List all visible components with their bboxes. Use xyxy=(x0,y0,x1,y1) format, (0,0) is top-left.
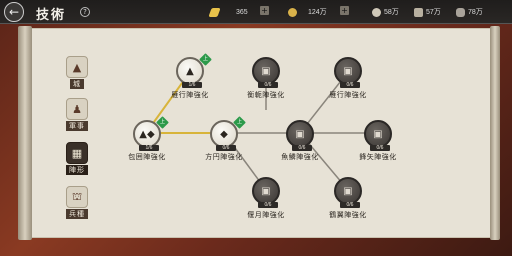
node-fish-scale[interactable]: ▣ 0/6 xyxy=(286,120,314,151)
node-label: 包囲陣強化 xyxy=(128,153,166,161)
lock-icon: ▣ xyxy=(373,128,383,140)
node-square-circle[interactable]: ◆ 0/6 上 xyxy=(210,116,246,151)
node-crescent[interactable]: ▣ 0/6 xyxy=(252,177,280,208)
formation-glyph-icon: ▲◆ xyxy=(139,128,155,140)
node-crane-wing[interactable]: ▣ 0/6 xyxy=(334,177,362,208)
node-encircle[interactable]: ▲◆ 1/6 上 xyxy=(133,116,169,151)
node-label: 雁行陣強化 xyxy=(329,91,367,99)
node-label: 偃月陣強化 xyxy=(247,211,285,219)
lock-icon: ▣ xyxy=(261,65,271,77)
node-arrowhead[interactable]: ▣ 0/6 xyxy=(364,120,392,151)
lock-icon: ▣ xyxy=(343,65,353,77)
formation-glyph-icon: ▲ xyxy=(186,65,194,77)
node-label: 鶴翼陣強化 xyxy=(329,211,367,219)
node-label: 方円陣強化 xyxy=(205,153,243,161)
node-label: 鋒矢陣強化 xyxy=(359,153,397,161)
lock-icon: ▣ xyxy=(343,185,353,197)
formation-glyph-icon: ◆ xyxy=(220,128,228,140)
node-wild-geese[interactable]: ▲ 1/6 上 xyxy=(176,53,212,88)
node-label: 雁行陣強化 xyxy=(171,91,209,99)
lock-icon: ▣ xyxy=(295,128,305,140)
node-wild-geese-2[interactable]: ▣ 0/6 xyxy=(334,57,362,88)
lock-icon: ▣ xyxy=(261,185,271,197)
node-label: 魚鱗陣強化 xyxy=(281,153,319,161)
node-yoke[interactable]: ▣ 0/6 xyxy=(252,57,280,88)
node-label: 衡軛陣強化 xyxy=(247,91,285,99)
